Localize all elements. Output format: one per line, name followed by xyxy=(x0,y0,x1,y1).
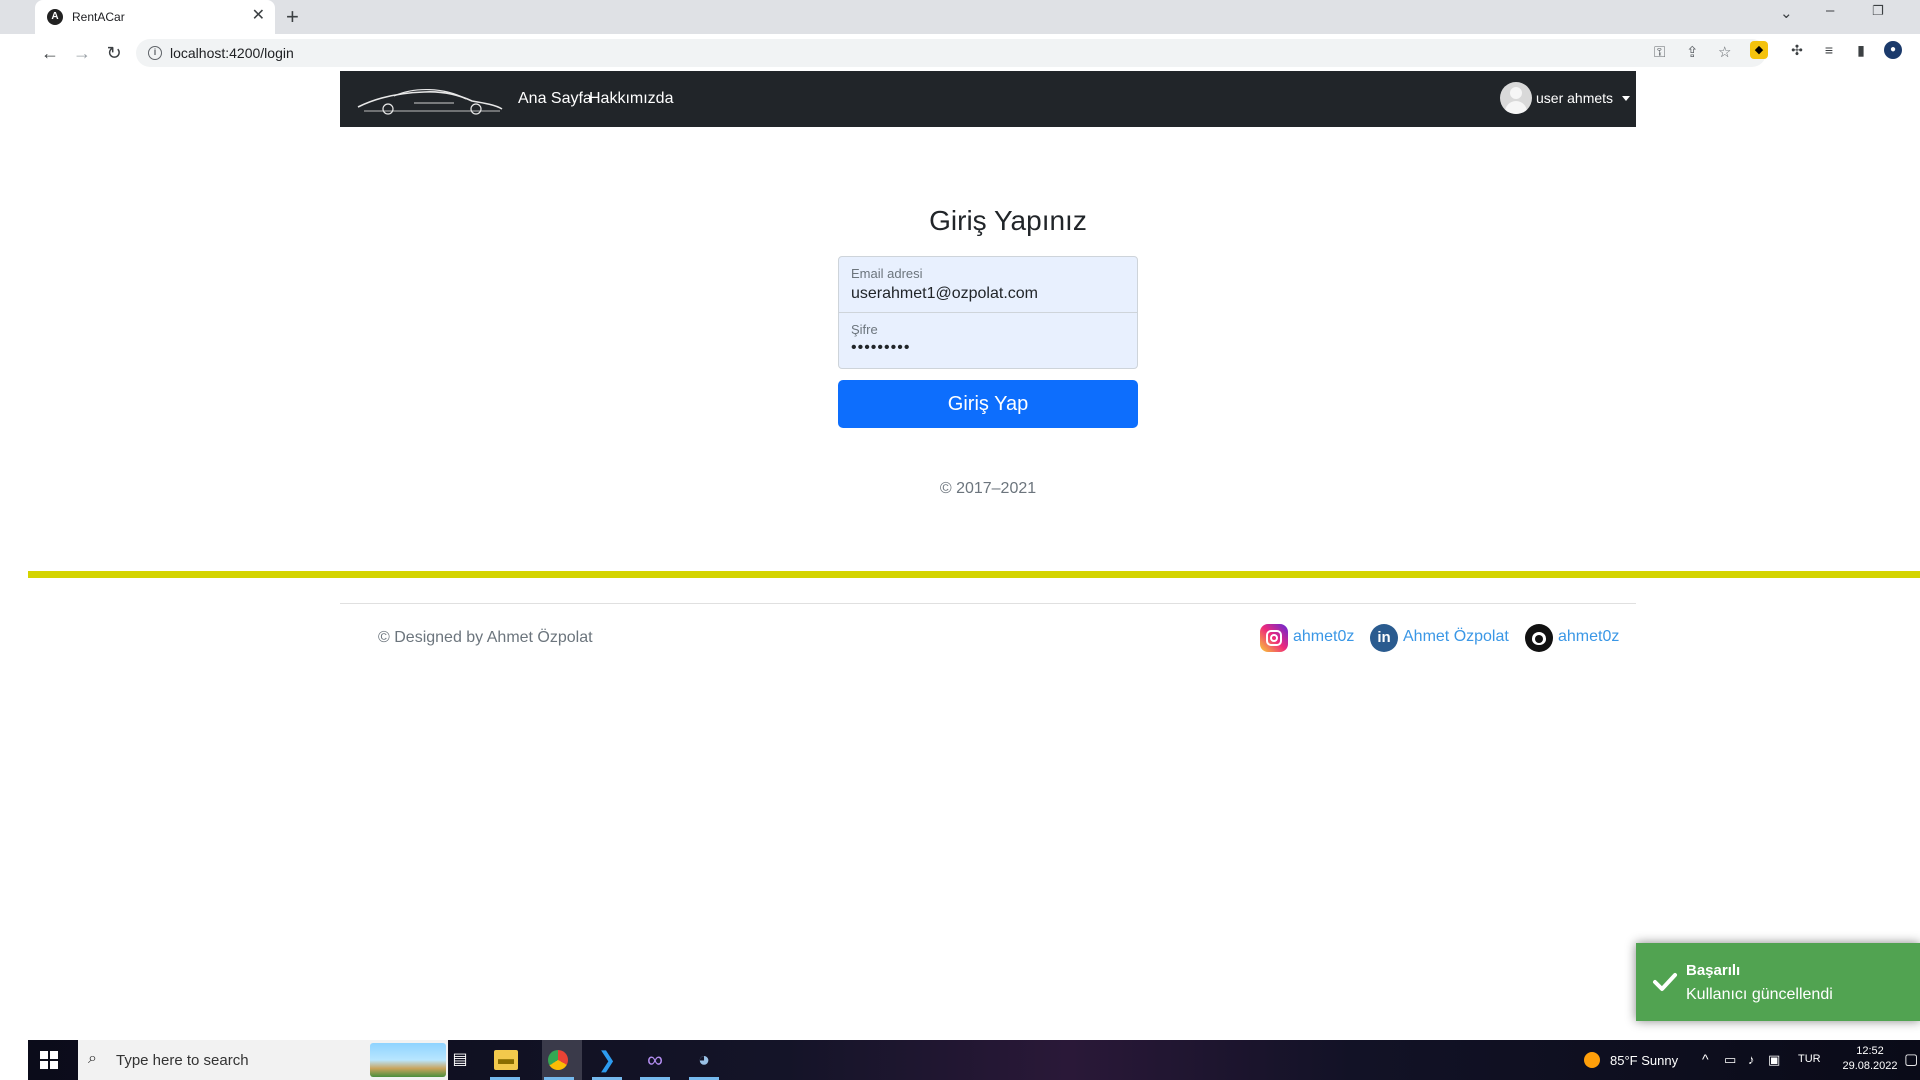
nav-link-home[interactable]: Ana Sayfa xyxy=(518,90,592,108)
navbar: Ana Sayfa Hakkımızda user ahmets xyxy=(340,71,1636,127)
tab-search-chevron-icon[interactable]: ⌄ xyxy=(1780,4,1793,22)
start-pane-1 xyxy=(40,1051,48,1059)
instagram-link-label[interactable]: ahmet0z xyxy=(1293,628,1354,646)
toast-title: Başarılı xyxy=(1686,962,1741,979)
url-text[interactable]: localhost:4200/login xyxy=(170,45,294,61)
email-field[interactable]: Email adresi userahmet1@ozpolat.com xyxy=(838,256,1138,313)
taskbar-clock[interactable]: 12:52 29.08.2022 xyxy=(1840,1044,1900,1074)
email-label: Email adresi xyxy=(851,266,923,281)
nav-link-about[interactable]: Hakkımızda xyxy=(589,90,673,108)
clock-time: 12:52 xyxy=(1856,1045,1884,1057)
avatar[interactable] xyxy=(1500,82,1532,114)
windows-taskbar: ⌕ Type here to search ▤ ▬ ❯ ∞ ◕ 85°F Sun… xyxy=(28,1040,1920,1080)
search-placeholder[interactable]: Type here to search xyxy=(116,1052,249,1069)
password-field[interactable]: Şifre ••••••••• xyxy=(838,312,1138,369)
language-indicator[interactable]: TUR xyxy=(1798,1053,1821,1065)
network-icon[interactable]: ▣ xyxy=(1768,1052,1780,1068)
browser-tabstrip: A RentACar ✕ + ⌄ – ❐ xyxy=(0,0,1920,34)
puzzle-extensions-icon[interactable]: ✣ xyxy=(1788,41,1806,59)
tray-chevron-up-icon[interactable]: ^ xyxy=(1702,1051,1709,1067)
minimize-icon[interactable]: – xyxy=(1826,2,1834,19)
footer-divider xyxy=(340,603,1636,604)
side-panel-icon[interactable]: ▮ xyxy=(1852,41,1870,59)
chrome-icon[interactable] xyxy=(548,1050,568,1070)
browser-toolbar: ← → ↻ i localhost:4200/login ⚿ ⇪ ☆ ◆ ✣ ≡… xyxy=(0,34,1920,72)
bookmark-star-icon[interactable]: ☆ xyxy=(1718,42,1731,64)
avatar-body xyxy=(1505,101,1527,114)
email-value[interactable]: userahmet1@ozpolat.com xyxy=(851,285,1038,303)
tab-title: RentACar xyxy=(72,10,125,24)
github-icon-face xyxy=(1535,635,1543,643)
password-label: Şifre xyxy=(851,322,878,337)
footer-accent-divider xyxy=(28,571,1920,578)
login-button[interactable]: Giriş Yap xyxy=(838,380,1138,428)
designed-by-text: © Designed by Ahmet Özpolat xyxy=(378,629,593,646)
volume-icon[interactable]: ♪ xyxy=(1748,1052,1755,1067)
visual-studio-icon[interactable]: ∞ xyxy=(641,1046,669,1074)
notifications-icon[interactable]: ▢ xyxy=(1904,1050,1918,1068)
media-queue-icon[interactable]: ≡ xyxy=(1820,41,1838,59)
profile-avatar-icon[interactable]: ● xyxy=(1884,41,1902,59)
check-icon xyxy=(1653,973,1677,991)
paint-app-icon[interactable]: ◕ xyxy=(690,1046,718,1074)
start-pane-2 xyxy=(50,1051,58,1059)
windows-start-icon[interactable] xyxy=(40,1051,58,1069)
browser-tab[interactable]: A RentACar ✕ xyxy=(35,0,275,34)
linkedin-link-label[interactable]: Ahmet Özpolat xyxy=(1403,628,1509,646)
vscode-icon[interactable]: ❯ xyxy=(593,1046,621,1074)
password-value[interactable]: ••••••••• xyxy=(851,339,910,357)
search-highlight-illustration[interactable] xyxy=(370,1043,446,1077)
extension-icon[interactable]: ◆ xyxy=(1750,41,1768,59)
battery-icon[interactable]: ▭ xyxy=(1724,1052,1736,1068)
user-name[interactable]: user ahmets xyxy=(1536,90,1613,106)
close-tab-icon[interactable]: ✕ xyxy=(252,7,265,25)
start-pane-4 xyxy=(50,1061,58,1069)
new-tab-button[interactable]: + xyxy=(286,5,299,29)
file-explorer-icon[interactable]: ▬ xyxy=(494,1050,518,1070)
angular-favicon-icon: A xyxy=(47,9,63,25)
web-page: Ana Sayfa Hakkımızda user ahmets Giriş Y… xyxy=(28,71,1920,1039)
weather-sun-icon[interactable] xyxy=(1584,1052,1600,1068)
taskbar-search-box[interactable]: ⌕ Type here to search xyxy=(78,1040,448,1080)
task-view-icon[interactable]: ▤ xyxy=(446,1046,474,1074)
screen: A RentACar ✕ + ⌄ – ❐ ← → ↻ i localhost:4… xyxy=(0,0,1920,1080)
car-logo-icon[interactable] xyxy=(354,81,504,117)
instagram-icon[interactable] xyxy=(1260,624,1288,652)
site-info-icon[interactable]: i xyxy=(148,46,162,60)
reload-icon[interactable]: ↻ xyxy=(102,41,126,65)
address-bar[interactable]: i localhost:4200/login ⚿ ⇪ ☆ xyxy=(136,39,1766,67)
linkedin-icon[interactable]: in xyxy=(1370,624,1398,652)
back-icon[interactable]: ← xyxy=(38,41,62,65)
caret-down-icon[interactable] xyxy=(1622,96,1630,101)
share-icon[interactable]: ⇪ xyxy=(1686,42,1699,64)
avatar-head xyxy=(1510,87,1522,99)
forward-icon[interactable]: → xyxy=(70,41,94,65)
search-icon: ⌕ xyxy=(88,1050,97,1067)
success-toast[interactable]: Başarılı Kullanıcı güncellendi xyxy=(1636,943,1920,1021)
github-link-label[interactable]: ahmet0z xyxy=(1558,628,1619,646)
copyright-text: © 2017–2021 xyxy=(939,480,1037,497)
page-title: Giriş Yapınız xyxy=(929,205,1087,236)
weather-text[interactable]: 85°F Sunny xyxy=(1610,1053,1678,1068)
toast-message: Kullanıcı güncellendi xyxy=(1686,986,1833,1003)
clock-date: 29.08.2022 xyxy=(1842,1060,1898,1072)
instagram-icon-lens xyxy=(1270,634,1278,642)
github-icon[interactable] xyxy=(1525,624,1553,652)
restore-icon[interactable]: ❐ xyxy=(1872,3,1884,19)
user-menu-dropdown[interactable]: user ahmets xyxy=(1500,82,1630,114)
start-pane-3 xyxy=(40,1061,48,1069)
password-key-icon[interactable]: ⚿ xyxy=(1654,42,1665,64)
